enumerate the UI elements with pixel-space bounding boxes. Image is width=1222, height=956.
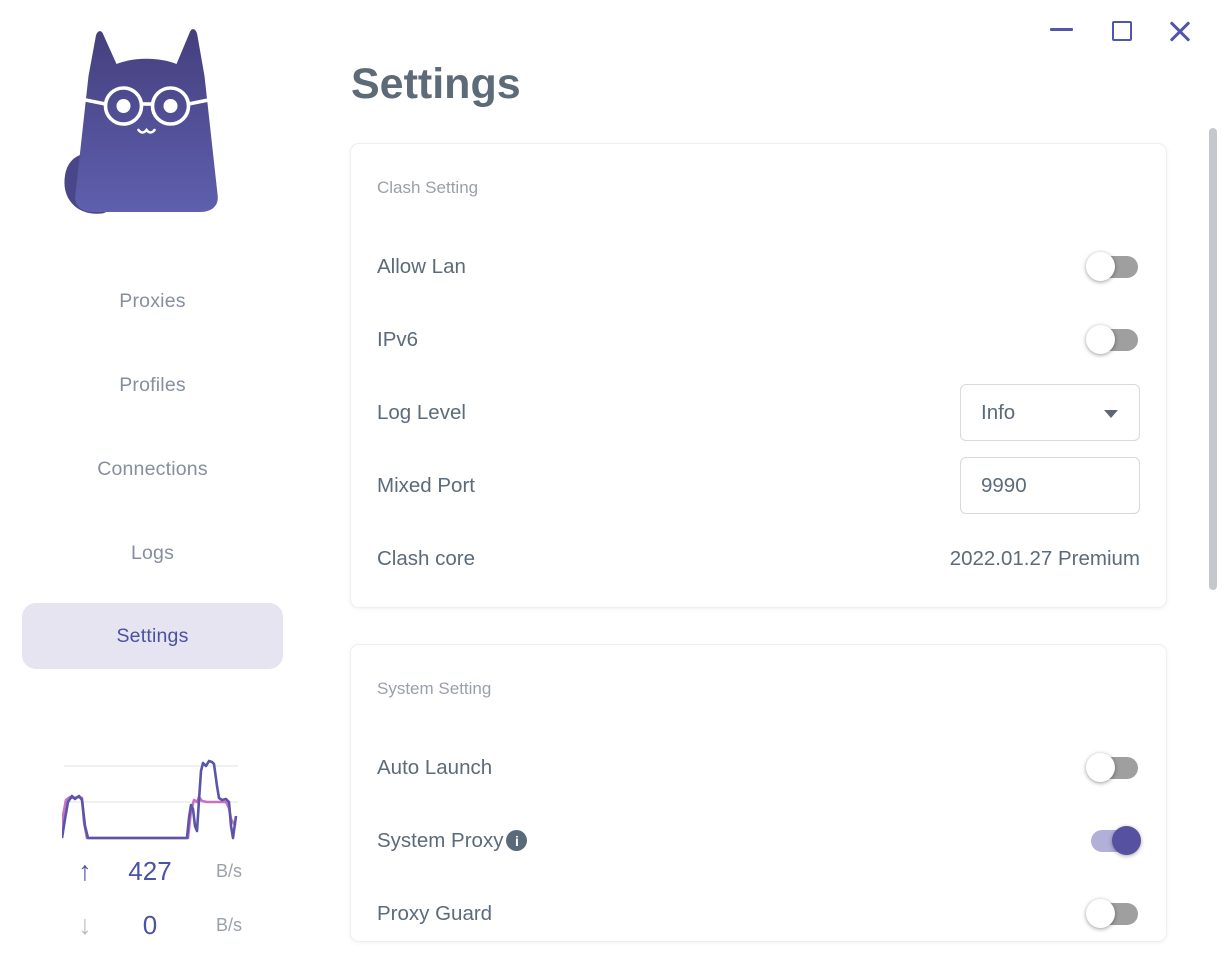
ipv6-row: IPv6 (377, 303, 1140, 376)
sidebar-item-profiles[interactable]: Profiles (22, 354, 283, 416)
system-setting-header: System Setting (377, 679, 492, 698)
upload-arrow-icon: ↑ (78, 855, 92, 886)
scrollbar-thumb[interactable] (1209, 128, 1217, 590)
cat-eye-left (116, 99, 131, 113)
auto-launch-label: Auto Launch (377, 755, 493, 779)
auto-launch-toggle[interactable] (1086, 753, 1138, 782)
download-arrow-icon: ↓ (78, 909, 92, 940)
info-icon[interactable]: i (506, 830, 528, 851)
download-line (62, 795, 237, 840)
window-controls (1022, 0, 1222, 60)
minimize-icon[interactable] (1050, 28, 1073, 31)
clash-core-row: Clash core 2022.01.27 Premium (377, 522, 1140, 595)
proxy-guard-toggle[interactable] (1086, 899, 1138, 928)
page-title: Settings (351, 60, 521, 108)
upload-rate-row: ↑ 427 B/s (62, 854, 242, 888)
app-window: Proxies Profiles Connections Logs Settin… (0, 0, 1222, 956)
upload-rate-unit: B/s (215, 860, 242, 881)
system-proxy-label: System Proxy (377, 828, 504, 852)
system-proxy-toggle[interactable] (1091, 826, 1141, 855)
system-proxy-row: System Proxy i (377, 804, 1141, 877)
sidebar-item-connections[interactable]: Connections (22, 438, 283, 500)
download-rate-row: ↓ 0 B/s (62, 908, 242, 942)
close-icon[interactable] (1168, 19, 1192, 43)
download-rate-unit: B/s (215, 914, 242, 935)
mixed-port-row: Mixed Port (377, 449, 1140, 522)
sidebar-item-settings[interactable]: Settings (22, 603, 283, 669)
mixed-port-label: Mixed Port (377, 473, 475, 497)
log-level-label: Log Level (377, 400, 466, 424)
upload-rate-value: 427 (128, 855, 172, 886)
cat-body (75, 29, 218, 213)
download-rate-value: 0 (142, 909, 158, 940)
maximize-icon[interactable] (1112, 21, 1132, 41)
allow-lan-toggle[interactable] (1086, 252, 1138, 281)
clash-core-version: 2022.01.27 Premium (949, 546, 1140, 570)
allow-lan-label: Allow Lan (377, 254, 466, 278)
sidebar: Proxies Profiles Connections Logs Settin… (0, 0, 305, 956)
upload-line (62, 759, 238, 840)
sidebar-item-logs[interactable]: Logs (22, 522, 283, 584)
system-setting-card: System Setting Auto Launch System Proxy … (350, 644, 1167, 942)
clash-setting-card: Clash Setting Allow Lan IPv6 Log Level I… (350, 143, 1167, 608)
ipv6-toggle[interactable] (1086, 325, 1138, 354)
proxy-guard-label: Proxy Guard (377, 901, 493, 925)
traffic-graph (62, 759, 238, 840)
log-level-value: Info (981, 400, 1016, 424)
clash-core-label: Clash core (377, 546, 475, 570)
auto-launch-row: Auto Launch (377, 731, 1140, 804)
clash-setting-header: Clash Setting (377, 178, 479, 197)
log-level-select[interactable]: Info (960, 384, 1140, 441)
proxy-guard-row: Proxy Guard (377, 877, 1140, 941)
log-level-row: Log Level Info (377, 376, 1140, 449)
allow-lan-row: Allow Lan (377, 230, 1140, 303)
chevron-down-icon (1104, 410, 1118, 418)
ipv6-label: IPv6 (377, 327, 419, 351)
mixed-port-input[interactable] (960, 457, 1140, 514)
clash-cat-logo (64, 29, 218, 214)
cat-eye-right (163, 99, 178, 113)
sidebar-item-proxies[interactable]: Proxies (22, 270, 283, 332)
